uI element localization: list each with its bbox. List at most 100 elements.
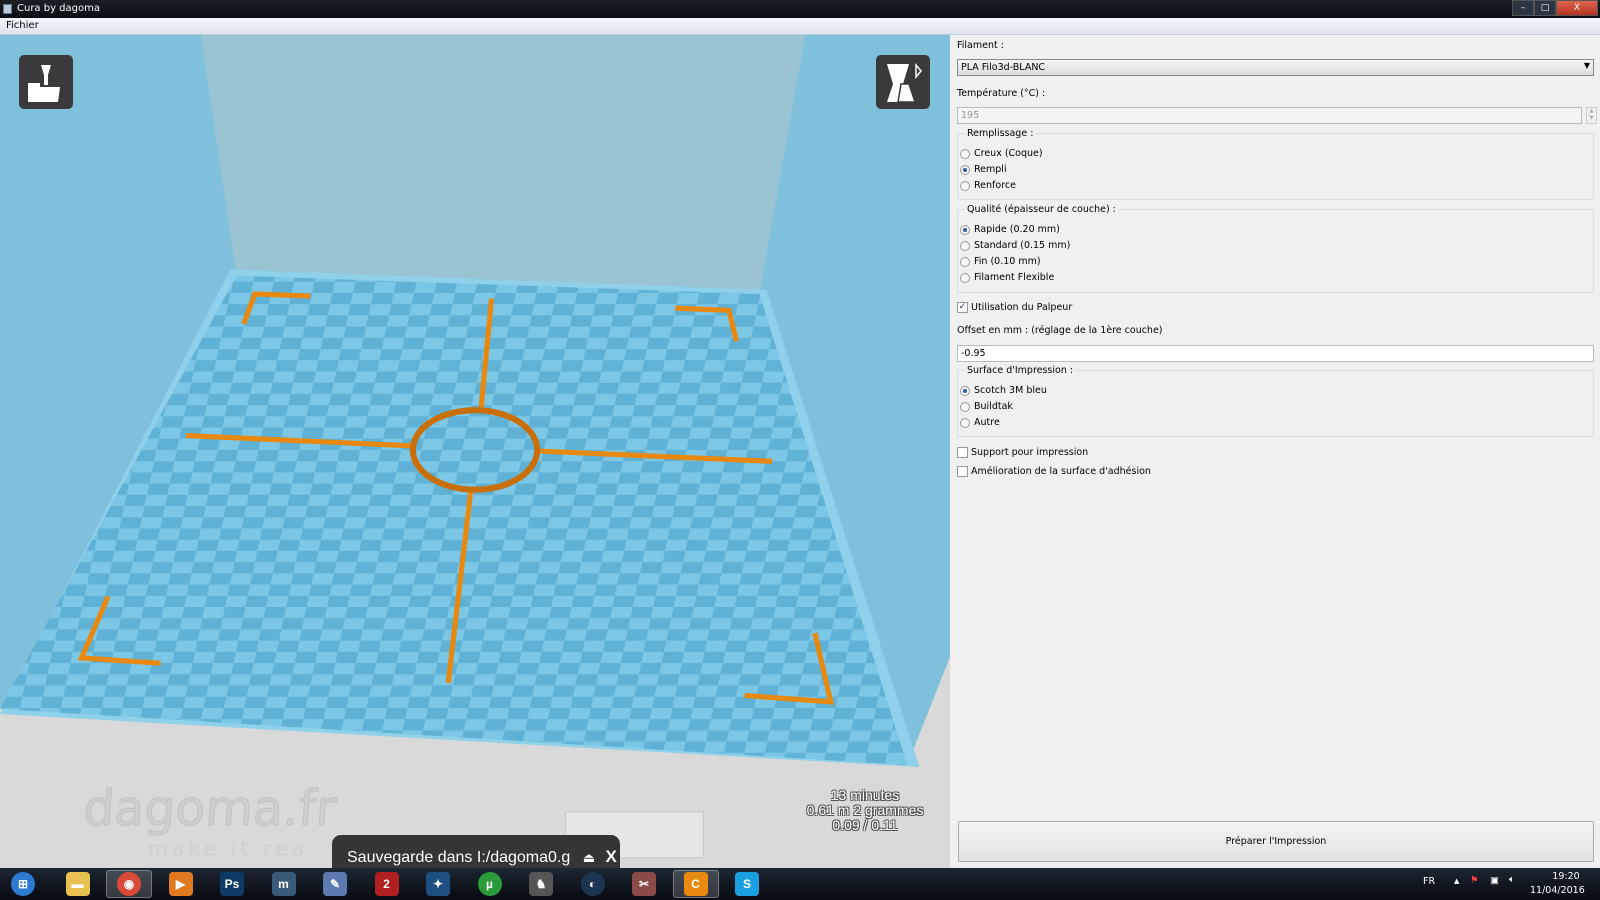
clock-time[interactable]: 19:20 bbox=[1546, 871, 1586, 882]
checkbox-unchecked[interactable] bbox=[957, 447, 968, 458]
print-material: 0.61 m 2 grammes bbox=[806, 802, 924, 818]
clock-date[interactable]: 11/04/2016 bbox=[1530, 885, 1585, 896]
surface-option-buildtak[interactable]: Buildtak bbox=[960, 401, 1013, 412]
load-model-button[interactable] bbox=[19, 55, 73, 109]
probe-checkbox[interactable]: ✓ Utilisation du Palpeur bbox=[957, 302, 1072, 313]
build-plate-scene[interactable]: dagoma.fr make it rea bbox=[0, 35, 950, 868]
taskbar-app-feather[interactable]: ✎ bbox=[312, 870, 358, 898]
quality-option-fast[interactable]: Rapide (0.20 mm) bbox=[960, 224, 1060, 235]
3d-viewport[interactable]: dagoma.fr make it rea 13 minutes 0.61 m … bbox=[0, 35, 950, 868]
taskbar-chrome[interactable]: ◉ bbox=[106, 870, 152, 898]
surface-option-scotch[interactable]: Scotch 3M bleu bbox=[960, 385, 1047, 396]
surface-option-other[interactable]: Autre bbox=[960, 417, 1000, 428]
settings-panel: Filament : PLA Filo3d-BLANC ▼ Températur… bbox=[950, 35, 1600, 868]
taskbar-steam[interactable]: ◐ bbox=[570, 870, 616, 898]
option-label: Rempli bbox=[974, 164, 1007, 175]
probe-label: Utilisation du Palpeur bbox=[971, 302, 1073, 313]
view-mode-button[interactable] bbox=[876, 55, 930, 109]
infill-option-reinforced[interactable]: Renforce bbox=[960, 180, 1016, 191]
checkbox-unchecked[interactable] bbox=[957, 466, 968, 477]
network-icon[interactable]: ▣ bbox=[1490, 875, 1499, 886]
taskbar-photoshop[interactable]: Ps bbox=[209, 870, 255, 898]
option-label: Creux (Coque) bbox=[974, 148, 1043, 159]
radio-button[interactable] bbox=[960, 180, 970, 191]
taskbar-media-player[interactable]: ▶ bbox=[158, 870, 204, 898]
taskbar-utorrent[interactable]: µ bbox=[467, 870, 513, 898]
radio-button[interactable] bbox=[960, 401, 970, 412]
taskbar-start[interactable]: ⊞ bbox=[0, 870, 46, 898]
quality-option-fine[interactable]: Fin (0.10 mm) bbox=[960, 256, 1041, 267]
prepare-print-button[interactable]: Préparer l'Impression bbox=[958, 821, 1594, 862]
infill-option-hollow[interactable]: Creux (Coque) bbox=[960, 148, 1043, 159]
taskbar-game[interactable]: ♞ bbox=[518, 870, 564, 898]
taskbar-guild-wars-2[interactable]: 2 bbox=[364, 870, 410, 898]
checkbox-checked[interactable]: ✓ bbox=[957, 302, 968, 313]
quality-option-flexible[interactable]: Filament Flexible bbox=[960, 272, 1054, 283]
guild-wars-2-icon: 2 bbox=[374, 872, 399, 896]
window-title: Cura by dagoma bbox=[17, 3, 100, 14]
taskbar-app-m[interactable]: m bbox=[261, 870, 307, 898]
volume-icon[interactable]: 🔈︎ bbox=[1509, 874, 1515, 885]
adhesion-label: Amélioration de la surface d'adhésion bbox=[971, 466, 1151, 477]
print-time: 13 minutes bbox=[830, 787, 900, 803]
utorrent-icon: µ bbox=[477, 872, 502, 896]
eject-icon[interactable]: ⏏ bbox=[583, 850, 595, 865]
action-center-flag-icon[interactable]: ⚑ bbox=[1470, 875, 1479, 886]
print-cost: 0.09 / 0.11 bbox=[832, 817, 898, 833]
photoshop-icon: Ps bbox=[220, 872, 244, 896]
watermark-tagline: make it rea bbox=[148, 837, 308, 861]
notification-close-button[interactable]: X bbox=[605, 847, 616, 866]
app-icon bbox=[3, 4, 12, 14]
save-notification: Sauvegarde dans I:/dagoma0.g ⏏ X bbox=[332, 835, 620, 868]
steam-icon: ◐ bbox=[580, 872, 605, 896]
radio-button[interactable] bbox=[960, 240, 970, 251]
taskbar-skype[interactable]: S bbox=[724, 870, 770, 898]
radio-button[interactable] bbox=[960, 272, 970, 283]
game-icon: ♞ bbox=[529, 872, 553, 896]
infill-group: Remplissage : Creux (Coque) Rempli Renfo… bbox=[957, 128, 1594, 200]
surface-title: Surface d'Impression : bbox=[965, 365, 1076, 376]
minimize-button[interactable]: – bbox=[1512, 0, 1534, 16]
radio-button[interactable] bbox=[960, 417, 970, 428]
offset-label: Offset en mm : (réglage de la 1ère couch… bbox=[957, 325, 1163, 336]
back-wall bbox=[200, 35, 806, 294]
save-notification-text: Sauvegarde dans I:/dagoma0.g bbox=[347, 849, 571, 866]
option-label: Autre bbox=[974, 417, 1000, 428]
maximize-button[interactable]: □ bbox=[1534, 0, 1556, 16]
support-label: Support pour impression bbox=[971, 447, 1089, 458]
cura-icon: C bbox=[683, 872, 708, 896]
offset-input[interactable]: -0.95 bbox=[957, 345, 1594, 362]
support-checkbox[interactable]: Support pour impression bbox=[957, 447, 1088, 458]
filament-label: Filament : bbox=[957, 40, 1004, 51]
option-label: Buildtak bbox=[974, 401, 1013, 412]
adhesion-checkbox[interactable]: Amélioration de la surface d'adhésion bbox=[957, 466, 1151, 477]
show-hidden-icons-button[interactable]: ▲ bbox=[1454, 877, 1459, 885]
surface-group: Surface d'Impression : Scotch 3M bleu Bu… bbox=[957, 365, 1594, 437]
taskbar-explorer[interactable]: ▬ bbox=[55, 870, 101, 898]
radio-button[interactable] bbox=[960, 224, 970, 235]
system-tray: FR ▲ ⚑ ▣ 🔈︎ 19:20 11/04/2016 bbox=[1390, 868, 1600, 900]
infill-title: Remplissage : bbox=[965, 128, 1036, 139]
radio-button[interactable] bbox=[960, 148, 970, 159]
language-indicator[interactable]: FR bbox=[1423, 876, 1435, 887]
close-button[interactable]: X bbox=[1556, 0, 1598, 16]
title-bar: Cura by dagoma – □ X bbox=[0, 0, 1600, 18]
menu-file[interactable]: Fichier bbox=[6, 20, 39, 31]
app-m-icon: m bbox=[271, 872, 296, 896]
radio-button[interactable] bbox=[960, 256, 970, 267]
temperature-spinner[interactable]: ▲ ▼ bbox=[1586, 107, 1597, 124]
temperature-input[interactable]: 195 bbox=[957, 107, 1582, 124]
infill-option-full[interactable]: Rempli bbox=[960, 164, 1007, 175]
taskbar-snipping-tool[interactable]: ✂ bbox=[621, 870, 667, 898]
chevron-down-icon: ▼ bbox=[1583, 61, 1590, 70]
option-label: Renforce bbox=[974, 180, 1016, 191]
taskbar-battlenet[interactable]: ✦ bbox=[415, 870, 461, 898]
radio-button[interactable] bbox=[960, 385, 970, 396]
explorer-icon: ▬ bbox=[65, 872, 90, 896]
quality-group: Qualité (épaisseur de couche) : Rapide (… bbox=[957, 204, 1594, 293]
radio-button[interactable] bbox=[960, 164, 970, 175]
filament-select[interactable]: PLA Filo3d-BLANC ▼ bbox=[957, 59, 1594, 76]
quality-option-standard[interactable]: Standard (0.15 mm) bbox=[960, 240, 1070, 251]
taskbar-cura[interactable]: C bbox=[672, 870, 719, 898]
media-player-icon: ▶ bbox=[168, 872, 193, 896]
